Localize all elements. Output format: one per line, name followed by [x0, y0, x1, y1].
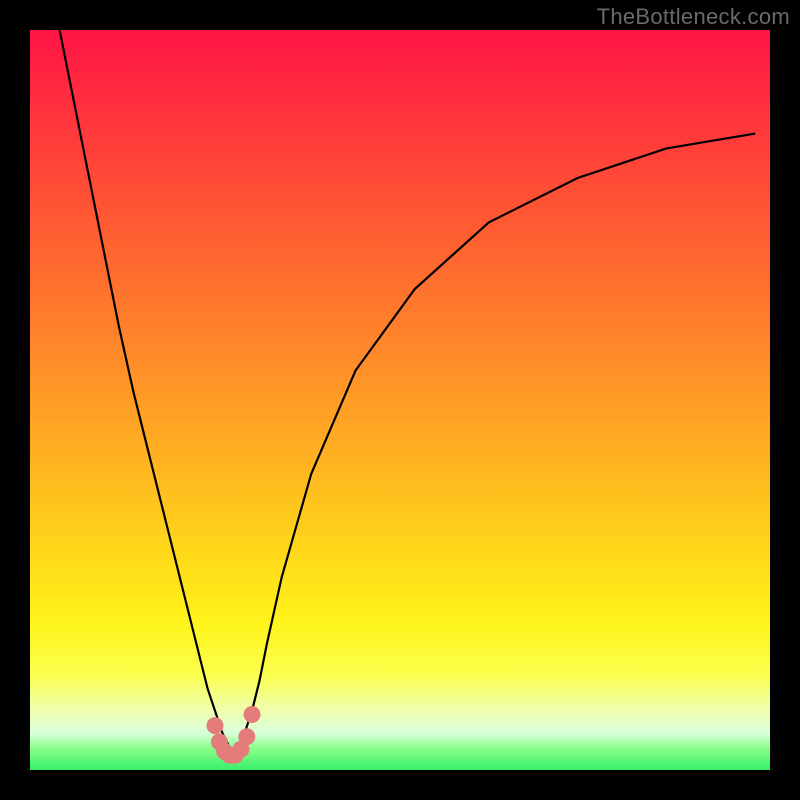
chart-svg: [30, 30, 770, 770]
plot-area: [30, 30, 770, 770]
watermark-text: TheBottleneck.com: [597, 4, 790, 30]
marker-dot: [207, 717, 224, 734]
highlight-markers: [207, 706, 261, 764]
marker-dot: [238, 728, 255, 745]
bottleneck-curve: [60, 30, 756, 755]
marker-dot: [244, 706, 261, 723]
chart-frame: TheBottleneck.com: [0, 0, 800, 800]
